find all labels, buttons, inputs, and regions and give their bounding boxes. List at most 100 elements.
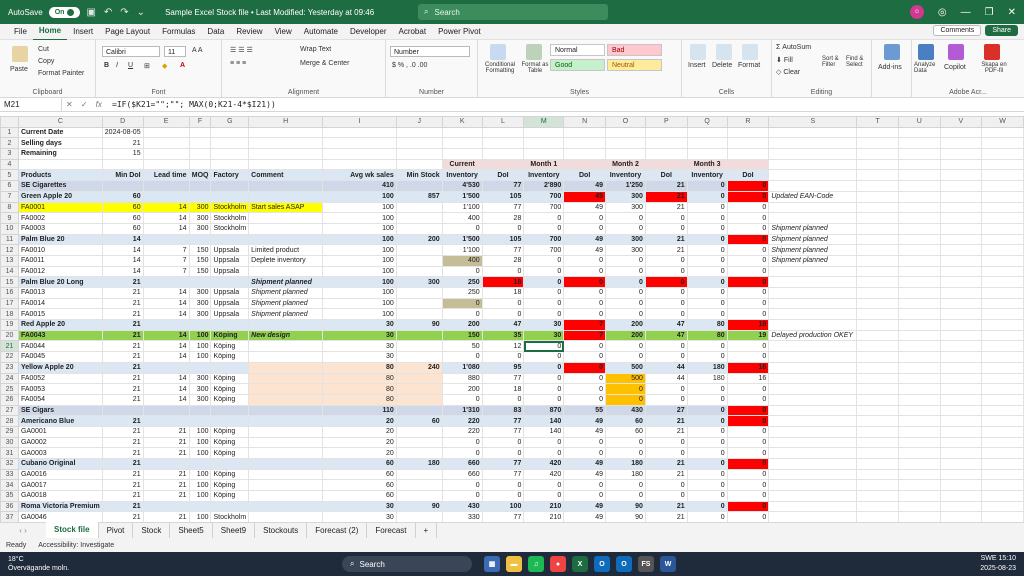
sheet-nav-icon[interactable]: ‹ › xyxy=(0,526,46,535)
align-top-icon[interactable]: ☰ ☰ ☰ xyxy=(230,46,253,54)
cell[interactable] xyxy=(188,180,212,192)
cell[interactable]: 0 xyxy=(726,297,770,310)
cell[interactable] xyxy=(142,458,190,470)
column-header[interactable]: F xyxy=(188,116,212,128)
cell[interactable] xyxy=(897,340,941,353)
cell[interactable]: 49 xyxy=(563,425,606,438)
cell[interactable]: New design xyxy=(248,329,324,342)
cell[interactable]: Uppsala xyxy=(210,254,250,267)
cell[interactable]: 300 xyxy=(188,287,212,299)
cell[interactable] xyxy=(210,415,250,427)
cell[interactable]: 0 xyxy=(605,490,646,502)
accessibility-status[interactable]: Accessibility: Investigate xyxy=(38,542,114,549)
cell[interactable] xyxy=(441,148,483,160)
cell[interactable]: 77 xyxy=(481,468,525,481)
cell[interactable] xyxy=(248,458,324,470)
cell[interactable]: 0 xyxy=(481,308,525,321)
cell[interactable]: 21 xyxy=(101,436,144,449)
cell[interactable]: DoI xyxy=(481,169,525,182)
cell[interactable]: Products xyxy=(17,169,103,182)
cell[interactable]: 0 xyxy=(726,468,770,481)
cell[interactable]: GA0002 xyxy=(17,436,103,449)
cell[interactable] xyxy=(768,458,858,470)
cell[interactable]: 21 xyxy=(101,511,144,522)
cell[interactable] xyxy=(248,468,324,481)
cell[interactable]: 180 xyxy=(686,361,728,374)
cell[interactable]: 0 xyxy=(726,404,770,417)
cell[interactable] xyxy=(210,158,250,171)
cell[interactable]: 95 xyxy=(481,361,525,374)
cell[interactable] xyxy=(981,212,1024,224)
cell[interactable]: 21 xyxy=(644,511,688,522)
cell[interactable]: Remaining xyxy=(17,148,103,160)
cell[interactable] xyxy=(939,148,983,160)
cell[interactable] xyxy=(768,511,858,522)
tab-page-layout[interactable]: Page Layout xyxy=(99,24,156,40)
cell[interactable]: 30 xyxy=(322,340,397,353)
cell[interactable] xyxy=(481,148,525,160)
cell[interactable]: Americano Blue xyxy=(17,415,103,427)
cell[interactable]: 21 xyxy=(101,447,144,459)
cell[interactable] xyxy=(563,126,606,139)
cell[interactable]: 21 xyxy=(101,340,144,353)
cell[interactable] xyxy=(981,479,1024,492)
restore-icon[interactable]: ❐ xyxy=(985,7,994,18)
cell[interactable] xyxy=(605,137,646,150)
cell[interactable]: 0 xyxy=(523,265,565,278)
cell[interactable] xyxy=(897,468,941,481)
cell[interactable] xyxy=(188,126,212,139)
row-header[interactable]: 29 xyxy=(0,425,19,438)
cell[interactable] xyxy=(939,340,983,353)
cell[interactable] xyxy=(981,265,1024,278)
cell[interactable]: 21 xyxy=(101,329,144,342)
cell[interactable] xyxy=(441,137,483,150)
cell[interactable]: 1'500 xyxy=(441,190,483,203)
cell[interactable]: 0 xyxy=(686,383,728,395)
cell[interactable] xyxy=(897,148,941,160)
cell[interactable]: Yellow Apple 20 xyxy=(17,361,103,374)
cell[interactable] xyxy=(856,222,899,235)
cell[interactable] xyxy=(210,361,250,374)
cell[interactable]: 0 xyxy=(523,212,565,224)
cell[interactable]: 0 xyxy=(726,222,770,235)
cell[interactable]: 80 xyxy=(686,319,728,331)
cell[interactable] xyxy=(939,126,983,139)
cell[interactable]: 300 xyxy=(188,383,212,395)
cell[interactable]: 100 xyxy=(481,500,525,513)
cell[interactable]: 0 xyxy=(686,222,728,235)
cell[interactable]: 0 xyxy=(686,276,728,288)
cell[interactable] xyxy=(644,137,688,150)
cell[interactable]: 0 xyxy=(644,447,688,459)
cell[interactable]: 0 xyxy=(726,287,770,299)
cell[interactable]: 0 xyxy=(563,276,606,288)
cell[interactable]: 0 xyxy=(605,351,646,363)
cell[interactable] xyxy=(981,308,1024,321)
cell[interactable]: 21 xyxy=(101,468,144,481)
cell[interactable] xyxy=(248,479,324,492)
column-header[interactable]: T xyxy=(856,116,899,128)
cell[interactable] xyxy=(981,415,1024,427)
cell[interactable]: Inventory xyxy=(523,169,565,182)
row-header[interactable]: 6 xyxy=(0,180,19,192)
cell[interactable] xyxy=(981,468,1024,481)
cell[interactable]: 0 xyxy=(686,190,728,203)
cell[interactable]: 2024-08-05 xyxy=(101,126,144,139)
column-header[interactable]: K xyxy=(441,116,483,128)
cell[interactable] xyxy=(395,340,443,353)
cell[interactable] xyxy=(768,319,858,331)
cell[interactable] xyxy=(248,383,324,395)
cell[interactable] xyxy=(142,190,190,203)
cell[interactable] xyxy=(768,276,858,288)
row-header[interactable]: 17 xyxy=(0,297,19,310)
cell[interactable] xyxy=(395,148,443,160)
cell[interactable] xyxy=(768,308,858,321)
cell[interactable] xyxy=(981,158,1024,171)
cell[interactable] xyxy=(395,265,443,278)
fill-button[interactable]: ⬇ Fill xyxy=(776,56,793,64)
cell[interactable]: 0 xyxy=(523,447,565,459)
row-header[interactable]: 25 xyxy=(0,383,19,395)
cell[interactable]: 0 xyxy=(481,479,525,492)
cell[interactable] xyxy=(248,265,324,278)
cell[interactable]: 0 xyxy=(523,351,565,363)
conditional-formatting-button[interactable]: Conditional Formatting xyxy=(480,62,520,74)
